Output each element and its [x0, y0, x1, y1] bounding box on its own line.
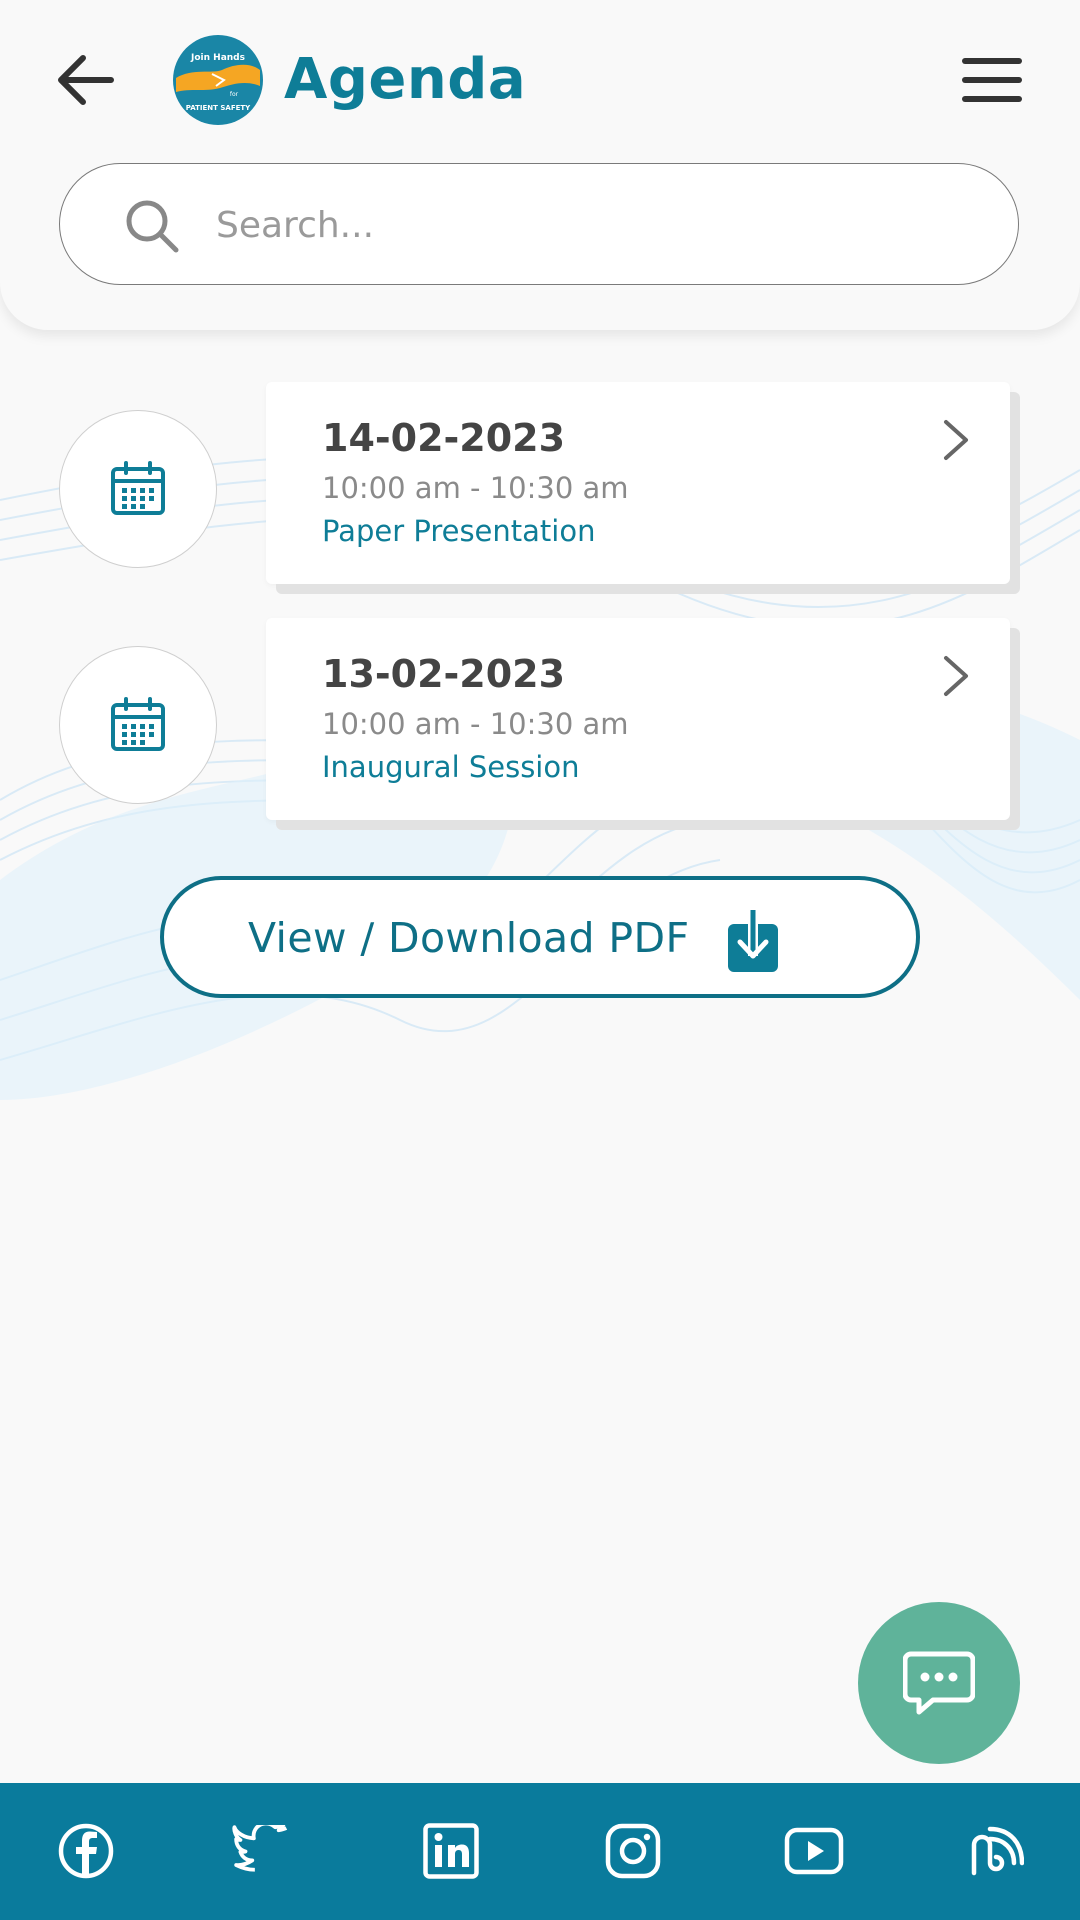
download-icon	[728, 910, 778, 972]
chat-bubble-icon	[903, 1651, 975, 1715]
search-bar[interactable]	[59, 163, 1019, 285]
calendar-icon-circle	[59, 646, 217, 804]
chevron-right-icon	[944, 420, 968, 460]
agenda-card[interactable]: 13-02-2023 10:00 am - 10:30 am Inaugural…	[266, 618, 1010, 820]
calendar-icon	[111, 461, 165, 515]
calendar-icon	[111, 697, 165, 751]
chevron-right-icon	[944, 656, 968, 696]
instagram-icon	[605, 1823, 661, 1879]
chat-button[interactable]	[858, 1602, 1020, 1764]
logo-text-top: Join Hands	[190, 53, 245, 63]
blog-icon	[971, 1826, 1024, 1876]
page-title: Agenda	[284, 47, 527, 112]
instagram-link[interactable]	[603, 1821, 663, 1881]
youtube-icon	[784, 1827, 844, 1875]
logo-text-bottom: PATIENT SAFETY	[186, 104, 251, 112]
blog-link[interactable]	[966, 1821, 1026, 1881]
facebook-icon	[58, 1823, 114, 1879]
twitter-icon	[232, 1825, 288, 1872]
youtube-link[interactable]	[784, 1821, 844, 1881]
agenda-item: 14-02-2023 10:00 am - 10:30 am Paper Pre…	[0, 382, 1080, 592]
search-input[interactable]	[214, 186, 978, 264]
agenda-time: 10:00 am - 10:30 am	[322, 707, 629, 741]
agenda-date: 13-02-2023	[322, 652, 566, 696]
logo-text-mid: for	[230, 91, 239, 98]
hamburger-menu-icon	[962, 58, 1022, 102]
join-hands-patient-safety-logo: Join Hands for PATIENT SAFETY	[173, 35, 263, 125]
view-download-pdf-button[interactable]: View / Download PDF	[160, 876, 920, 998]
agenda-session-name: Inaugural Session	[322, 750, 580, 784]
linkedin-link[interactable]	[421, 1821, 481, 1881]
twitter-link[interactable]	[231, 1821, 291, 1881]
agenda-time: 10:00 am - 10:30 am	[322, 471, 629, 505]
social-footer	[0, 1783, 1080, 1920]
pdf-button-label: View / Download PDF	[248, 914, 690, 962]
app-header: Join Hands for PATIENT SAFETY Agenda	[0, 0, 1080, 330]
facebook-link[interactable]	[56, 1821, 116, 1881]
linkedin-icon	[423, 1823, 479, 1879]
agenda-card[interactable]: 14-02-2023 10:00 am - 10:30 am Paper Pre…	[266, 382, 1010, 584]
agenda-session-name: Paper Presentation	[322, 514, 596, 548]
agenda-date: 14-02-2023	[322, 416, 566, 460]
back-button[interactable]	[50, 46, 122, 114]
agenda-item: 13-02-2023 10:00 am - 10:30 am Inaugural…	[0, 618, 1080, 828]
calendar-icon-circle	[59, 410, 217, 568]
search-icon	[126, 200, 179, 253]
menu-button[interactable]	[958, 52, 1026, 108]
arrow-left-icon	[58, 55, 114, 105]
